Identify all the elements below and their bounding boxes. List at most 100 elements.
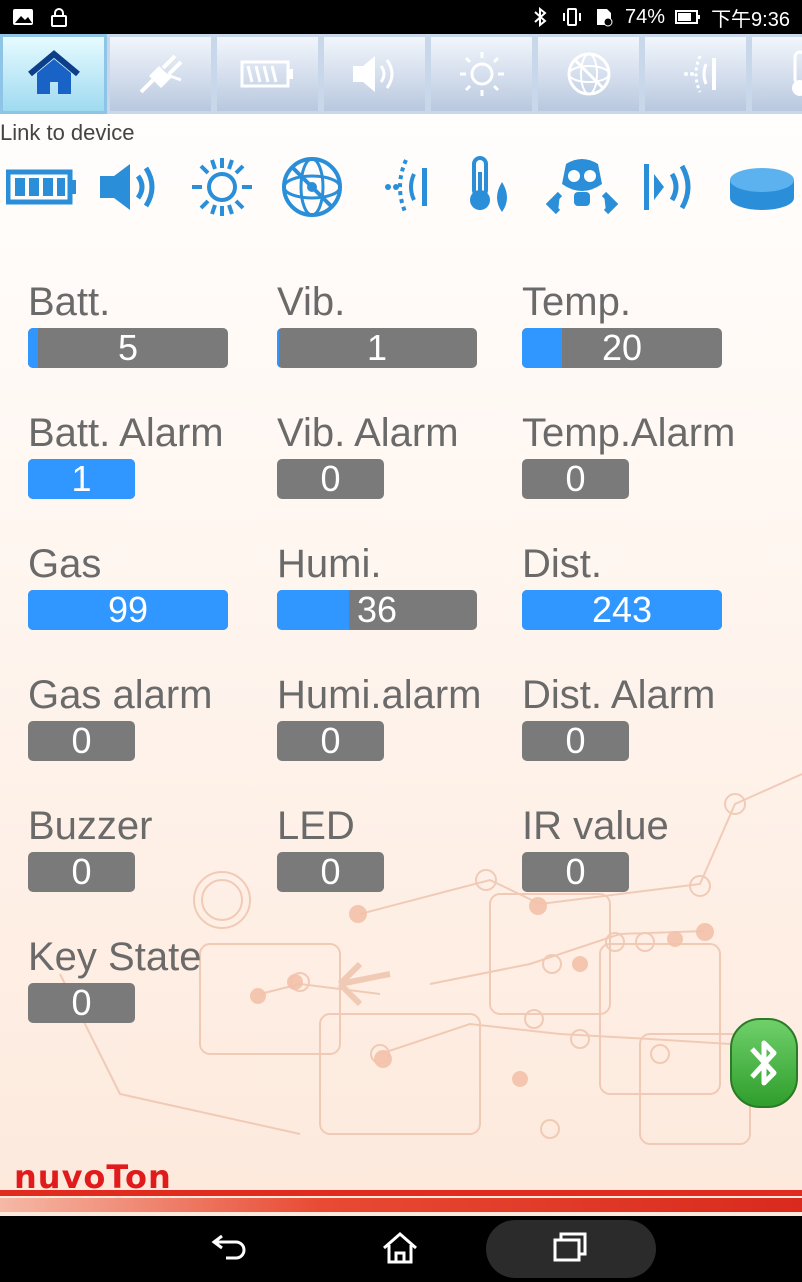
device-light[interactable]	[186, 154, 258, 220]
sensor-value: 1	[71, 459, 92, 499]
sensor-gas: Gas 99	[28, 542, 228, 630]
temperature-humidity-icon	[470, 156, 507, 212]
sensor-bar: 0	[28, 721, 135, 761]
thermometer-icon	[791, 50, 802, 96]
app-area: Link to device Batt. 5 Vib. 1 Temp. 20 B…	[0, 34, 802, 1216]
navigation-bar	[0, 1216, 802, 1282]
tab-sound[interactable]	[321, 34, 428, 114]
sensor-dist-alarm: Dist. Alarm 0	[522, 673, 715, 761]
sensor-value: 36	[356, 590, 398, 630]
sensor-label: Vib.	[277, 280, 346, 324]
sensor-value: 0	[320, 721, 341, 761]
device-gas[interactable]	[545, 154, 619, 220]
device-icon-row	[5, 152, 802, 222]
sensor-buzzer: Buzzer 0	[28, 804, 153, 892]
sensor-label: Dist. Alarm	[522, 673, 716, 717]
tab-link[interactable]	[107, 34, 214, 114]
sensor-value: 0	[71, 983, 92, 1023]
tab-battery[interactable]	[214, 34, 321, 114]
sensor-bar: 0	[277, 721, 384, 761]
sensor-bar: 0	[277, 852, 384, 892]
tab-vibration[interactable]	[642, 34, 749, 114]
sensor-vib-alarm: Vib. Alarm 0	[277, 411, 459, 499]
sensor-bar: 0	[522, 459, 629, 499]
sensor-value: 20	[601, 328, 643, 368]
sensor-label: Batt. Alarm	[28, 411, 224, 455]
sensor-bar: 0	[277, 459, 384, 499]
back-icon[interactable]	[208, 1228, 252, 1268]
status-bar: 74% 下午9:36	[0, 0, 802, 34]
sensor-led: LED 0	[277, 804, 384, 892]
sensor-label: Temp.	[522, 280, 631, 324]
battery-icon	[5, 169, 76, 205]
sensor-value: 99	[107, 590, 149, 630]
device-battery[interactable]	[5, 154, 78, 220]
sensor-label: Gas	[28, 542, 102, 586]
sun-icon	[459, 52, 504, 96]
sensor-bar: 1	[277, 328, 477, 368]
sensor-gas-alarm: Gas alarm 0	[28, 673, 213, 761]
sensor-value: 0	[71, 852, 92, 892]
home-icon[interactable]	[378, 1228, 422, 1268]
link-to-device-label: Link to device	[0, 120, 135, 145]
plug-icon	[139, 54, 182, 94]
brand-stripe	[0, 1190, 802, 1196]
sensor-value: 1	[366, 328, 388, 368]
sensor-bar: 0	[522, 852, 629, 892]
tab-temperature[interactable]	[749, 34, 802, 114]
sensor-label: IR value	[522, 804, 669, 848]
sensor-label: Dist.	[522, 542, 602, 586]
sensor-ir-value: IR value 0	[522, 804, 669, 892]
sensor-bar: 0	[28, 852, 135, 892]
bluetooth-icon	[750, 1040, 777, 1086]
speaker-icon	[100, 164, 155, 210]
sensor-label: Temp.Alarm	[522, 411, 736, 455]
sensor-value: 0	[320, 852, 341, 892]
sensor-value: 0	[565, 852, 586, 892]
sensor-label: Buzzer	[28, 804, 153, 848]
button-icon	[730, 168, 794, 210]
sensor-bar: 1	[28, 459, 135, 499]
home-icon	[27, 50, 80, 94]
distance-signal-icon	[644, 164, 691, 210]
sensor-label: Humi.alarm	[277, 673, 482, 717]
sensor-humi: Humi. 36	[277, 542, 477, 630]
sensor-label: Humi.	[277, 542, 382, 586]
battery-icon	[675, 10, 701, 24]
recents-icon[interactable]	[549, 1228, 593, 1268]
bluetooth-button[interactable]	[730, 1018, 798, 1108]
sensor-bar: 20	[522, 328, 722, 368]
sensor-batt: Batt. 5	[28, 280, 228, 368]
sensor-bar: 5	[28, 328, 228, 368]
sensor-value: 0	[71, 721, 92, 761]
sensor-dist: Dist. 243	[522, 542, 722, 630]
sensor-label: Vib. Alarm	[277, 411, 459, 455]
sensor-bar: 36	[277, 590, 477, 630]
sensor-value: 243	[591, 590, 653, 630]
tab-bar	[0, 34, 802, 114]
sensor-humi-alarm: Humi.alarm 0	[277, 673, 481, 761]
bluetooth-icon	[534, 7, 547, 27]
sensor-label: Batt.	[28, 280, 111, 324]
device-speaker[interactable]	[96, 154, 168, 220]
device-distance[interactable]	[636, 154, 708, 220]
tab-light[interactable]	[428, 34, 535, 114]
device-temperature-humidity[interactable]	[456, 154, 528, 220]
sensor-value: 0	[565, 721, 586, 761]
speaker-icon	[352, 56, 393, 92]
sun-icon	[192, 158, 252, 216]
tab-gyro[interactable]	[535, 34, 642, 114]
sensor-key-state: Key State 0	[28, 935, 201, 1023]
sensor-value: 0	[320, 459, 341, 499]
sensor-bar: 0	[28, 983, 135, 1023]
sensor-bar: 243	[522, 590, 722, 630]
vibration-icon	[683, 55, 716, 93]
gyroscope-icon	[567, 52, 610, 96]
sim-icon	[597, 9, 613, 27]
device-vibration[interactable]	[366, 154, 438, 220]
device-button[interactable]	[726, 154, 798, 220]
sensor-temp-alarm: Temp.Alarm 0	[522, 411, 735, 499]
sensor-bar: 0	[522, 721, 629, 761]
tab-home[interactable]	[0, 34, 107, 114]
device-gyro[interactable]	[276, 154, 348, 220]
